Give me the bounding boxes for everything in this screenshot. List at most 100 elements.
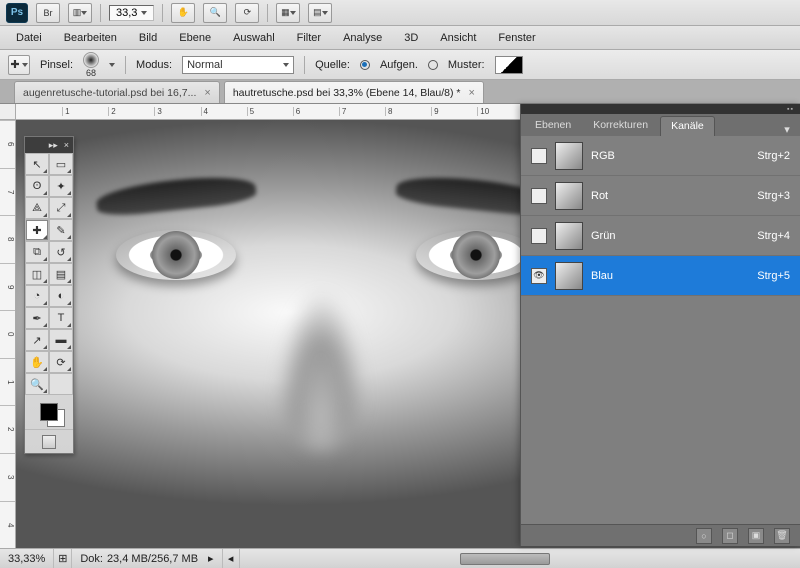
channels-panel[interactable]: ▪▪ Ebenen Korrekturen Kanäle ▾ RGBStrg+2… [520,104,800,546]
tool-dodge[interactable]: ◐ [49,285,73,307]
tool-gradient[interactable]: ▤ [49,263,73,285]
quick-mask-toggle[interactable] [25,429,73,453]
close-icon[interactable]: × [204,87,210,99]
menu-datei[interactable]: Datei [6,29,52,47]
delete-channel-icon[interactable]: 🗑 [774,528,790,544]
tool-shape[interactable]: ▬ [49,329,73,351]
tool-pen[interactable]: ✒ [25,307,49,329]
close-icon[interactable]: × [468,87,474,99]
tool-zoom-tool[interactable]: 🔍 [25,373,49,395]
source-pattern-radio[interactable] [428,60,438,70]
canvas-art [152,231,200,279]
status-zoom[interactable]: 33,33% [0,549,54,568]
ruler-tick: 3 [0,453,15,501]
tool-crop[interactable]: ⟁ [25,197,49,219]
visibility-toggle[interactable] [531,228,547,244]
hand-tool-shortcut[interactable]: ✋ [171,3,195,23]
menu-analyse[interactable]: Analyse [333,29,392,47]
screen-mode-chip[interactable]: ▤ [308,3,332,23]
color-swatches[interactable] [25,395,73,429]
arrange-docs-chip[interactable]: ▦ [276,3,300,23]
tool-blur[interactable]: ◔ [25,285,49,307]
channel-thumbnail [555,262,583,290]
tool-history-brush[interactable]: ↺ [49,241,73,263]
menu-ansicht[interactable]: Ansicht [430,29,486,47]
menu-bild[interactable]: Bild [129,29,167,47]
tool-path-sel[interactable]: ↗ [25,329,49,351]
tab-kanaele[interactable]: Kanäle [660,116,715,136]
source-sampled-radio[interactable] [360,60,370,70]
menu-ebene[interactable]: Ebene [169,29,221,47]
channel-row-blau[interactable]: 👁BlauStrg+5 [521,256,800,296]
path-sel-icon: ↗ [32,334,41,347]
horizontal-scrollbar-thumb[interactable] [460,553,550,565]
tool-heal[interactable]: ✚ [25,219,49,241]
type-icon: T [58,312,65,324]
load-selection-icon[interactable]: ○ [696,528,712,544]
chevron-down-icon[interactable] [109,63,115,67]
tool-hand-tool[interactable]: ✋ [25,351,49,373]
tool-lasso[interactable]: ʘ [25,175,49,197]
channel-row-rgb[interactable]: RGBStrg+2 [521,136,800,176]
tool-type[interactable]: T [49,307,73,329]
blend-mode-dropdown[interactable]: Normal [182,56,294,74]
tool-marquee[interactable]: ▭ [49,153,73,175]
tool-brush[interactable]: ✎ [49,219,73,241]
tab-ebenen[interactable]: Ebenen [525,116,581,136]
save-selection-icon[interactable]: ◻ [722,528,738,544]
scroll-left-button[interactable]: ◂ [223,549,240,568]
menu-fenster[interactable]: Fenster [488,29,545,47]
panel-menu-icon[interactable]: ▾ [780,123,794,136]
ruler-origin[interactable] [0,104,16,120]
zoom-tool-shortcut[interactable]: 🔍 [203,3,227,23]
new-channel-icon[interactable]: ▣ [748,528,764,544]
tool-eraser[interactable]: ◫ [25,263,49,285]
menu-bearbeiten[interactable]: Bearbeiten [54,29,127,47]
menu-3d[interactable]: 3D [394,29,428,47]
rotate-icon: ⟳ [56,356,65,369]
visibility-toggle[interactable] [531,148,547,164]
tool-eyedropper[interactable]: ⤢ [49,197,73,219]
menu-auswahl[interactable]: Auswahl [223,29,285,47]
panel-drag-bar[interactable]: ▪▪ [521,104,800,114]
zoom-level-field[interactable]: 33,3 [109,5,154,21]
status-widget[interactable]: ⊞ [54,549,72,568]
close-icon[interactable]: × [64,140,69,150]
tool-wand[interactable]: ✦ [49,175,73,197]
pattern-picker[interactable] [495,56,523,74]
channel-row-rot[interactable]: RotStrg+3 [521,176,800,216]
photoshop-logo[interactable]: Ps [6,3,28,23]
tab-korrekturen[interactable]: Korrekturen [583,116,658,136]
document-tab[interactable]: hautretusche.psd bei 33,3% (Ebene 14, Bl… [224,81,484,103]
tools-panel-header[interactable]: ▸▸ × [25,137,73,153]
rotate-view-shortcut[interactable]: ⟳ [235,3,259,23]
ruler-tick: 8 [0,215,15,263]
current-tool-icon[interactable]: ✚ [8,55,30,75]
tool-move[interactable]: ↖ [25,153,49,175]
submenu-indicator-icon [43,235,47,239]
ruler-tick: 7 [0,168,15,216]
mini-bridge-chip[interactable]: ▥ [68,3,92,23]
panel-tab-bar: Ebenen Korrekturen Kanäle ▾ [521,114,800,136]
foreground-swatch[interactable] [40,403,58,421]
tool-rotate[interactable]: ⟳ [49,351,73,373]
channel-row-grün[interactable]: GrünStrg+4 [521,216,800,256]
menu-filter[interactable]: Filter [287,29,331,47]
tool-stamp[interactable]: ⧉ [25,241,49,263]
submenu-indicator-icon [43,257,47,261]
brush-preview[interactable] [83,52,99,68]
tools-panel[interactable]: ▸▸ × ↖▭ʘ✦⟁⤢✚✎⧉↺◫▤◔ ◐ ✒ T ↗ ▬✋ ⟳ 🔍 [24,136,74,454]
visibility-toggle[interactable]: 👁 [531,268,547,284]
dodge-icon: ◐ [58,290,65,302]
visibility-toggle[interactable] [531,188,547,204]
layout-icon: ▦ [281,7,290,18]
zoom-value: 33,3 [116,7,137,19]
vertical-ruler[interactable]: 6 7 8 9 0 1 2 3 4 [0,120,16,548]
collapse-icon[interactable]: ▸▸ [49,140,58,151]
submenu-indicator-icon [43,389,47,393]
status-docsize[interactable]: Dok: 23,4 MB/256,7 MB ▸ [72,549,222,568]
heal-brush-icon: ✚ [10,58,19,71]
document-tab[interactable]: augenretusche-tutorial.psd bei 16,7... × [14,81,220,103]
tool-empty [49,373,73,395]
bridge-chip[interactable]: Br [36,3,60,23]
